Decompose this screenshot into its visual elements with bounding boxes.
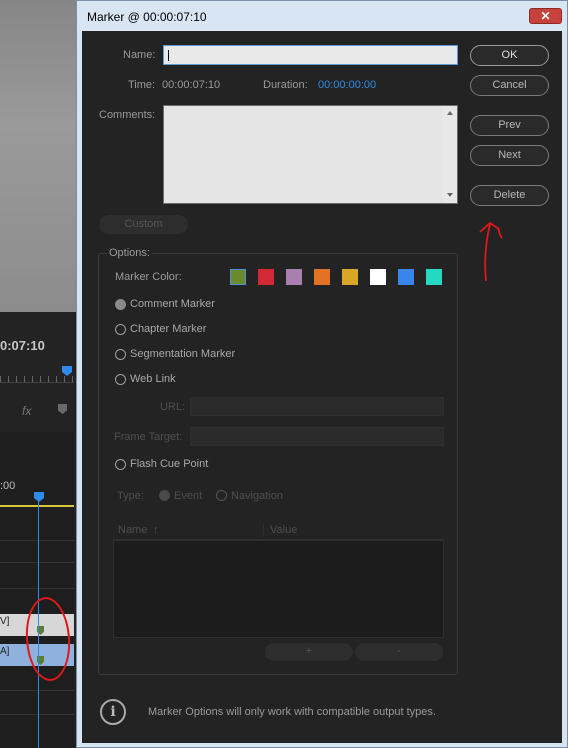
text-cursor: [168, 50, 169, 61]
cue-table-header: Name ↑ Value: [113, 521, 444, 540]
scroll-down-icon[interactable]: [447, 193, 453, 197]
program-timecode: 0:07:10: [0, 338, 45, 353]
name-input[interactable]: [163, 45, 458, 65]
comment-marker-radio[interactable]: [115, 299, 126, 310]
marker-color-swatch[interactable]: [426, 269, 442, 285]
program-monitor-preview: [0, 0, 78, 312]
ok-button[interactable]: OK: [470, 45, 549, 66]
navigation-label: Navigation: [231, 490, 283, 502]
cancel-button[interactable]: Cancel: [470, 75, 549, 96]
marker-color-swatch[interactable]: [342, 269, 358, 285]
add-cue-button[interactable]: +: [265, 643, 353, 661]
track-divider: [0, 690, 74, 691]
marker-dialog: Marker @ 00:00:07:10 ✕ Name: OK Time: 00…: [76, 0, 568, 748]
event-radio[interactable]: [159, 490, 170, 501]
comments-scrollbar[interactable]: [443, 106, 457, 203]
info-icon: i: [100, 699, 126, 725]
web-link-radio[interactable]: [115, 374, 126, 385]
web-link-label: Web Link: [130, 373, 176, 385]
frame-target-label: Frame Target:: [114, 431, 183, 443]
flash-cue-point-radio[interactable]: [115, 459, 126, 470]
comments-textarea[interactable]: [163, 105, 458, 204]
clip-label: A]: [0, 646, 10, 657]
remove-cue-button[interactable]: -: [355, 643, 443, 661]
options-label: Options:: [107, 247, 152, 259]
marker-color-swatch[interactable]: [314, 269, 330, 285]
sort-ascending-icon: ↑: [153, 524, 159, 536]
track-divider: [0, 540, 74, 541]
info-message: Marker Options will only work with compa…: [148, 706, 436, 718]
url-label: URL:: [160, 401, 186, 413]
dialog-titlebar[interactable]: Marker @ 00:00:07:10 ✕: [77, 1, 567, 31]
marker-color-swatch[interactable]: [286, 269, 302, 285]
navigation-radio[interactable]: [216, 490, 227, 501]
value-column-header[interactable]: Value: [270, 524, 297, 536]
time-value: 00:00:07:10: [162, 79, 221, 91]
close-button[interactable]: ✕: [529, 8, 562, 24]
segmentation-marker-radio[interactable]: [115, 349, 126, 360]
comment-marker-label: Comment Marker: [130, 298, 215, 310]
fx-icon[interactable]: fx: [22, 404, 31, 418]
duration-value[interactable]: 00:00:00:00: [318, 79, 376, 91]
type-label: Type:: [117, 490, 144, 502]
custom-button[interactable]: Custom: [99, 215, 188, 234]
time-label: Time:: [128, 79, 156, 91]
delete-button[interactable]: Delete: [470, 185, 549, 206]
prev-button[interactable]: Prev: [470, 115, 549, 136]
column-divider: [263, 523, 264, 537]
next-button[interactable]: Next: [470, 145, 549, 166]
marker-color-label: Marker Color:: [115, 271, 182, 283]
chapter-marker-label: Chapter Marker: [130, 323, 207, 335]
comments-label: Comments:: [99, 109, 156, 121]
chapter-marker-radio[interactable]: [115, 324, 126, 335]
timeline-ruler-label: :00: [0, 480, 16, 492]
marker-color-swatch[interactable]: [258, 269, 274, 285]
track-divider: [0, 714, 74, 715]
annotation-arrow: [479, 221, 503, 282]
cue-table-body[interactable]: [113, 540, 444, 638]
dialog-title: Marker @ 00:00:07:10: [87, 10, 207, 24]
duration-label: Duration:: [263, 79, 308, 91]
name-column-header[interactable]: Name: [118, 524, 147, 536]
track-divider: [0, 562, 74, 563]
segmentation-marker-label: Segmentation Marker: [130, 348, 236, 360]
clip-label: V]: [0, 616, 10, 627]
dialog-body: Name: OK Time: 00:00:07:10 Duration: 00:…: [82, 31, 562, 743]
track-divider: [0, 588, 74, 589]
work-area-bar[interactable]: [0, 505, 74, 507]
marker-color-swatch[interactable]: [230, 269, 246, 285]
name-label: Name:: [123, 49, 156, 61]
frame-target-input[interactable]: [190, 427, 444, 446]
flash-cue-point-label: Flash Cue Point: [130, 458, 209, 470]
marker-color-swatch[interactable]: [398, 269, 414, 285]
url-input[interactable]: [190, 397, 444, 416]
marker-color-swatch[interactable]: [370, 269, 386, 285]
event-label: Event: [174, 490, 203, 502]
scroll-up-icon[interactable]: [447, 111, 453, 115]
